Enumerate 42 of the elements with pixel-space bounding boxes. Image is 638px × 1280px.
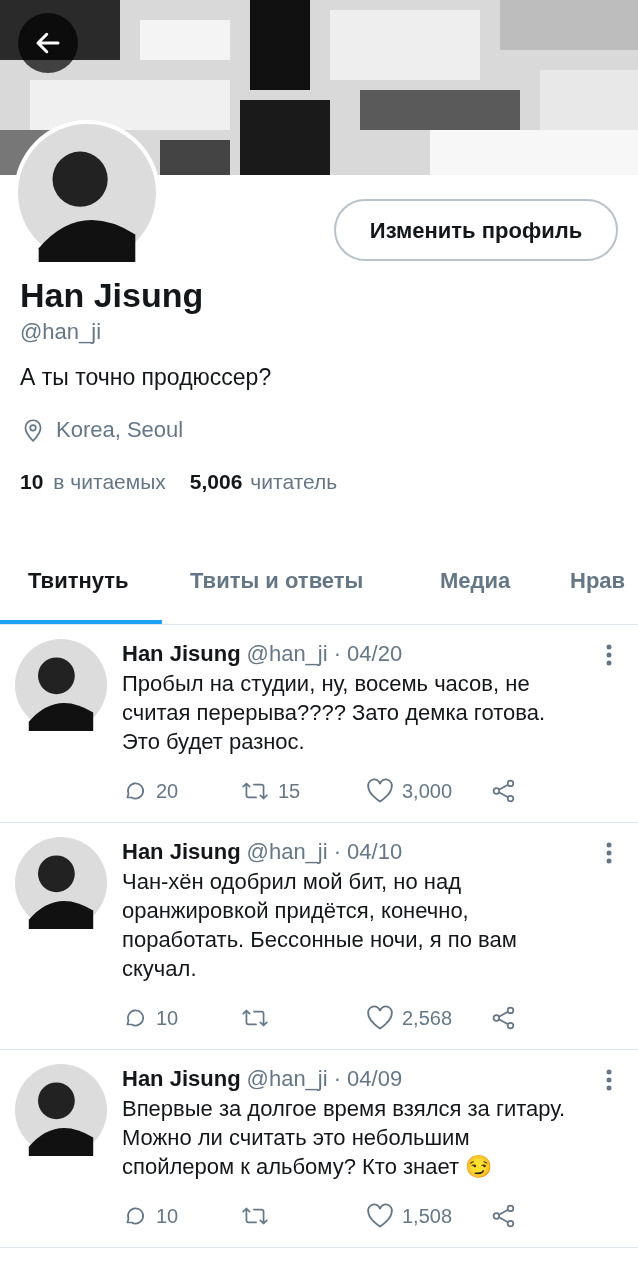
reply-count: 10 xyxy=(156,1005,179,1031)
more-options-icon[interactable] xyxy=(605,840,613,865)
followers-label[interactable]: читатель xyxy=(250,466,338,498)
reply-count: 20 xyxy=(156,778,179,804)
reply-count: 10 xyxy=(156,1203,179,1229)
tweet-author[interactable]: Han Jisung xyxy=(122,1063,241,1094)
avatar[interactable] xyxy=(15,1063,107,1156)
tweet-text: Чан-хён одобрил мой бит, но над оранжировкой придётся, конечно, поработать. Бессонные ночи, я по вам скучал. xyxy=(122,867,518,983)
tweet-handle[interactable]: @han_ji xyxy=(246,1063,328,1094)
profile-handle: @han_ji xyxy=(20,318,103,346)
retweet-count: 15 xyxy=(278,778,301,804)
profile-bio: А ты точно продюссер? xyxy=(20,363,273,392)
tweet-text: Впервые за долгое время взялся за гитару. Можно ли считать это небольшим спойлером к альбому? Кто знает 😏 xyxy=(122,1094,567,1181)
followers-count[interactable]: 5,006 xyxy=(189,466,243,498)
edit-profile-button[interactable]: Изменить профиль xyxy=(334,199,618,261)
heart-icon[interactable] xyxy=(366,1202,394,1229)
tweet-date: · 04/10 xyxy=(333,837,403,866)
like-count: 2,568 xyxy=(402,1005,453,1031)
tweet-date: · 04/09 xyxy=(333,1064,403,1093)
tweet-author[interactable]: Han Jisung xyxy=(122,836,241,867)
more-options-icon[interactable] xyxy=(605,642,613,667)
tweet-handle[interactable]: @han_ji xyxy=(246,836,328,867)
profile-location: Korea, Seoul xyxy=(56,416,184,444)
tweet-handle[interactable]: @han_ji xyxy=(246,638,328,669)
tweet-date: · 04/20 xyxy=(333,639,403,668)
like-count: 3,000 xyxy=(402,778,453,804)
profile-tab[interactable]: Нрав xyxy=(542,541,638,624)
following-count[interactable]: 10 xyxy=(20,466,44,498)
profile-tab[interactable]: Медиа xyxy=(412,541,542,624)
profile-tab[interactable]: Твитнуть xyxy=(0,541,162,624)
more-options-icon[interactable] xyxy=(605,1067,613,1092)
avatar[interactable] xyxy=(15,638,107,731)
profile-name: Han Jisung xyxy=(20,275,205,316)
tweet-text: Пробыл на студии, ну, восемь часов, не считая перерыва???? Зато демка готова. Это будет разнос. xyxy=(122,669,546,756)
following-label[interactable]: в читаемых xyxy=(53,466,166,498)
heart-icon[interactable] xyxy=(366,1004,394,1031)
like-count: 1,508 xyxy=(402,1203,453,1229)
avatar[interactable] xyxy=(18,124,156,262)
avatar[interactable] xyxy=(15,836,107,929)
profile-tab[interactable]: Твиты и ответы xyxy=(162,541,412,624)
tweet-author[interactable]: Han Jisung xyxy=(122,638,241,669)
heart-icon[interactable] xyxy=(366,777,394,804)
